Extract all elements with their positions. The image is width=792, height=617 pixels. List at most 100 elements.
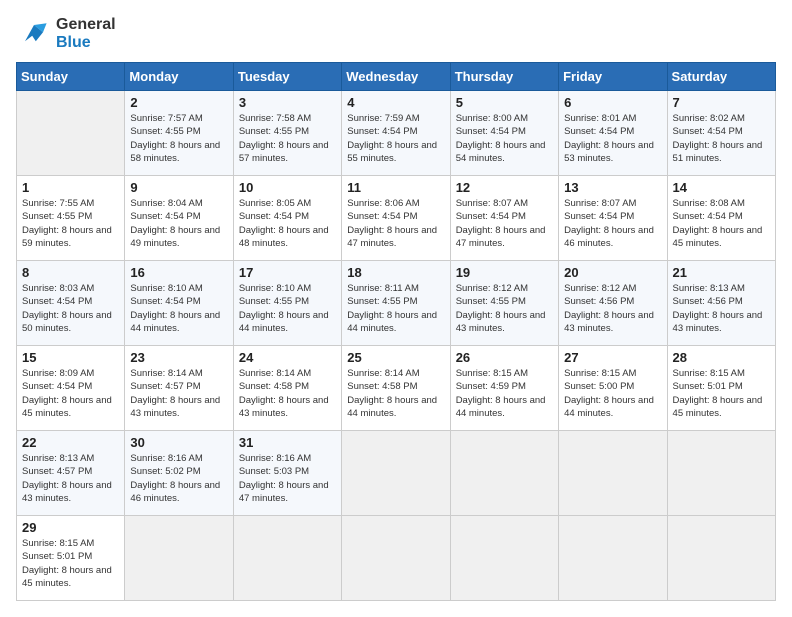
calendar-cell: 8 Sunrise: 8:03 AMSunset: 4:54 PMDayligh… (17, 261, 125, 346)
day-number: 15 (22, 350, 119, 365)
calendar-cell: 29 Sunrise: 8:15 AMSunset: 5:01 PMDaylig… (17, 516, 125, 601)
day-info: Sunrise: 8:13 AMSunset: 4:57 PMDaylight:… (22, 452, 119, 505)
calendar-cell (450, 431, 558, 516)
calendar-cell (667, 431, 775, 516)
calendar-cell: 16 Sunrise: 8:10 AMSunset: 4:54 PMDaylig… (125, 261, 233, 346)
logo: General Blue (16, 16, 116, 52)
day-info: Sunrise: 8:15 AMSunset: 5:00 PMDaylight:… (564, 367, 661, 420)
calendar-cell: 1 Sunrise: 7:55 AMSunset: 4:55 PMDayligh… (17, 176, 125, 261)
calendar-row: 15 Sunrise: 8:09 AMSunset: 4:54 PMDaylig… (17, 346, 776, 431)
logo-text: General Blue (56, 16, 116, 52)
day-info: Sunrise: 8:16 AMSunset: 5:02 PMDaylight:… (130, 452, 227, 505)
day-number: 31 (239, 435, 336, 450)
calendar-cell: 11 Sunrise: 8:06 AMSunset: 4:54 PMDaylig… (342, 176, 450, 261)
day-info: Sunrise: 8:12 AMSunset: 4:55 PMDaylight:… (456, 282, 553, 335)
calendar-cell: 15 Sunrise: 8:09 AMSunset: 4:54 PMDaylig… (17, 346, 125, 431)
day-info: Sunrise: 8:16 AMSunset: 5:03 PMDaylight:… (239, 452, 336, 505)
weekday-header: Tuesday (233, 63, 341, 91)
calendar-cell: 27 Sunrise: 8:15 AMSunset: 5:00 PMDaylig… (559, 346, 667, 431)
day-number: 17 (239, 265, 336, 280)
day-number: 22 (22, 435, 119, 450)
day-info: Sunrise: 8:15 AMSunset: 5:01 PMDaylight:… (673, 367, 770, 420)
day-info: Sunrise: 8:03 AMSunset: 4:54 PMDaylight:… (22, 282, 119, 335)
day-number: 29 (22, 520, 119, 535)
calendar-cell: 24 Sunrise: 8:14 AMSunset: 4:58 PMDaylig… (233, 346, 341, 431)
logo-bird-icon (16, 16, 52, 52)
day-number: 23 (130, 350, 227, 365)
day-info: Sunrise: 7:57 AMSunset: 4:55 PMDaylight:… (130, 112, 227, 165)
calendar-cell (342, 516, 450, 601)
calendar-cell: 3 Sunrise: 7:58 AMSunset: 4:55 PMDayligh… (233, 91, 341, 176)
calendar-cell (233, 516, 341, 601)
day-number: 16 (130, 265, 227, 280)
day-info: Sunrise: 8:13 AMSunset: 4:56 PMDaylight:… (673, 282, 770, 335)
day-info: Sunrise: 8:07 AMSunset: 4:54 PMDaylight:… (564, 197, 661, 250)
calendar-cell: 20 Sunrise: 8:12 AMSunset: 4:56 PMDaylig… (559, 261, 667, 346)
day-info: Sunrise: 8:00 AMSunset: 4:54 PMDaylight:… (456, 112, 553, 165)
weekday-header: Thursday (450, 63, 558, 91)
calendar-cell: 26 Sunrise: 8:15 AMSunset: 4:59 PMDaylig… (450, 346, 558, 431)
weekday-header: Sunday (17, 63, 125, 91)
day-number: 3 (239, 95, 336, 110)
calendar-cell: 19 Sunrise: 8:12 AMSunset: 4:55 PMDaylig… (450, 261, 558, 346)
calendar-cell: 28 Sunrise: 8:15 AMSunset: 5:01 PMDaylig… (667, 346, 775, 431)
day-number: 5 (456, 95, 553, 110)
calendar-cell: 25 Sunrise: 8:14 AMSunset: 4:58 PMDaylig… (342, 346, 450, 431)
calendar-row: 22 Sunrise: 8:13 AMSunset: 4:57 PMDaylig… (17, 431, 776, 516)
calendar-cell: 12 Sunrise: 8:07 AMSunset: 4:54 PMDaylig… (450, 176, 558, 261)
day-number: 14 (673, 180, 770, 195)
calendar-cell: 31 Sunrise: 8:16 AMSunset: 5:03 PMDaylig… (233, 431, 341, 516)
calendar-cell (342, 431, 450, 516)
calendar-cell (559, 516, 667, 601)
calendar-row: 1 Sunrise: 7:55 AMSunset: 4:55 PMDayligh… (17, 176, 776, 261)
day-number: 9 (130, 180, 227, 195)
weekday-header: Monday (125, 63, 233, 91)
day-info: Sunrise: 8:15 AMSunset: 4:59 PMDaylight:… (456, 367, 553, 420)
calendar-cell: 13 Sunrise: 8:07 AMSunset: 4:54 PMDaylig… (559, 176, 667, 261)
calendar-cell: 22 Sunrise: 8:13 AMSunset: 4:57 PMDaylig… (17, 431, 125, 516)
day-info: Sunrise: 8:10 AMSunset: 4:54 PMDaylight:… (130, 282, 227, 335)
day-number: 24 (239, 350, 336, 365)
day-number: 4 (347, 95, 444, 110)
day-number: 18 (347, 265, 444, 280)
day-number: 1 (22, 180, 119, 195)
day-info: Sunrise: 8:14 AMSunset: 4:58 PMDaylight:… (239, 367, 336, 420)
calendar-table: SundayMondayTuesdayWednesdayThursdayFrid… (16, 62, 776, 601)
calendar-cell (17, 91, 125, 176)
day-number: 10 (239, 180, 336, 195)
day-number: 21 (673, 265, 770, 280)
day-number: 12 (456, 180, 553, 195)
day-info: Sunrise: 8:04 AMSunset: 4:54 PMDaylight:… (130, 197, 227, 250)
calendar-cell (125, 516, 233, 601)
day-info: Sunrise: 7:58 AMSunset: 4:55 PMDaylight:… (239, 112, 336, 165)
day-info: Sunrise: 7:59 AMSunset: 4:54 PMDaylight:… (347, 112, 444, 165)
calendar-cell: 9 Sunrise: 8:04 AMSunset: 4:54 PMDayligh… (125, 176, 233, 261)
day-info: Sunrise: 8:15 AMSunset: 5:01 PMDaylight:… (22, 537, 119, 590)
day-number: 6 (564, 95, 661, 110)
day-number: 27 (564, 350, 661, 365)
day-info: Sunrise: 8:11 AMSunset: 4:55 PMDaylight:… (347, 282, 444, 335)
day-number: 30 (130, 435, 227, 450)
page-header: General Blue (16, 16, 776, 52)
day-number: 19 (456, 265, 553, 280)
day-info: Sunrise: 8:12 AMSunset: 4:56 PMDaylight:… (564, 282, 661, 335)
day-info: Sunrise: 8:10 AMSunset: 4:55 PMDaylight:… (239, 282, 336, 335)
day-info: Sunrise: 8:08 AMSunset: 4:54 PMDaylight:… (673, 197, 770, 250)
day-info: Sunrise: 7:55 AMSunset: 4:55 PMDaylight:… (22, 197, 119, 250)
calendar-cell: 4 Sunrise: 7:59 AMSunset: 4:54 PMDayligh… (342, 91, 450, 176)
day-info: Sunrise: 8:09 AMSunset: 4:54 PMDaylight:… (22, 367, 119, 420)
day-info: Sunrise: 8:02 AMSunset: 4:54 PMDaylight:… (673, 112, 770, 165)
calendar-row: 29 Sunrise: 8:15 AMSunset: 5:01 PMDaylig… (17, 516, 776, 601)
day-number: 20 (564, 265, 661, 280)
calendar-cell: 7 Sunrise: 8:02 AMSunset: 4:54 PMDayligh… (667, 91, 775, 176)
day-info: Sunrise: 8:06 AMSunset: 4:54 PMDaylight:… (347, 197, 444, 250)
calendar-cell (450, 516, 558, 601)
calendar-cell: 23 Sunrise: 8:14 AMSunset: 4:57 PMDaylig… (125, 346, 233, 431)
calendar-row: 8 Sunrise: 8:03 AMSunset: 4:54 PMDayligh… (17, 261, 776, 346)
day-number: 26 (456, 350, 553, 365)
calendar-cell: 30 Sunrise: 8:16 AMSunset: 5:02 PMDaylig… (125, 431, 233, 516)
weekday-header: Saturday (667, 63, 775, 91)
day-number: 11 (347, 180, 444, 195)
day-number: 8 (22, 265, 119, 280)
day-number: 28 (673, 350, 770, 365)
